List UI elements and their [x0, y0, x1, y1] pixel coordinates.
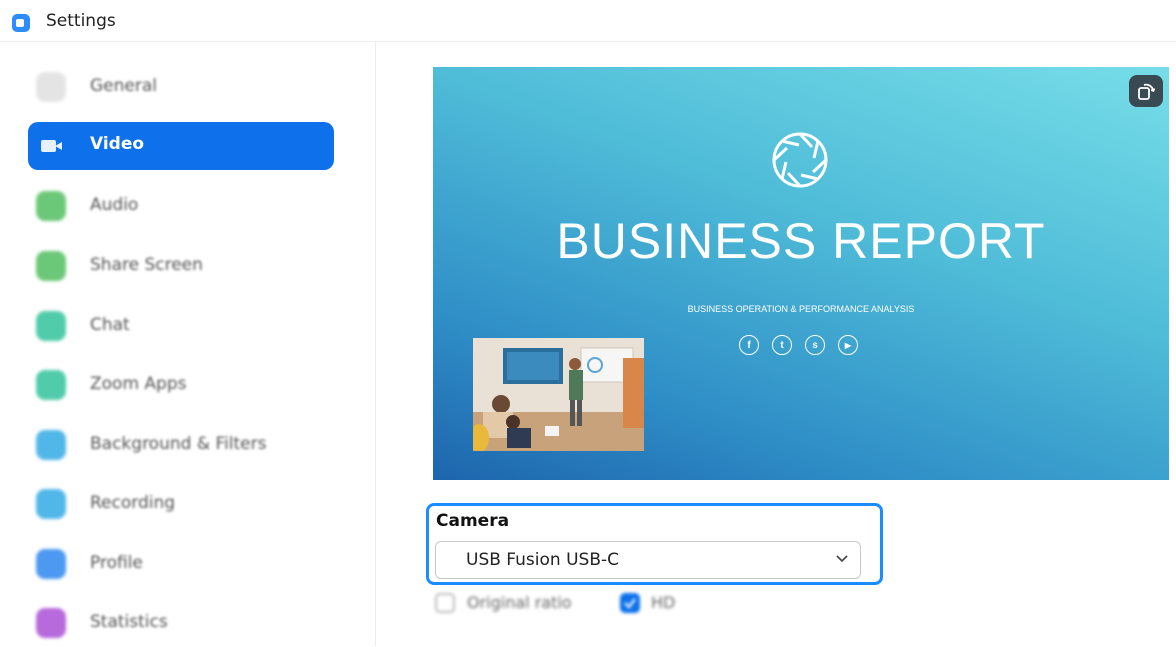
skype-icon: s	[805, 335, 825, 355]
sidebar-item-background-filters[interactable]: Background & Filters	[28, 421, 334, 469]
sidebar-item-label: Chat	[90, 315, 130, 335]
rotate-camera-button[interactable]	[1129, 75, 1163, 107]
sidebar-item-audio[interactable]: Audio	[28, 182, 334, 230]
window-title: Settings	[46, 11, 116, 31]
hd-checkbox[interactable]	[620, 593, 640, 613]
sidebar-item-label: General	[90, 76, 157, 96]
original-ratio-label: Original ratio	[467, 593, 572, 612]
report-title: BUSINESS REPORT	[556, 213, 1046, 269]
sidebar-item-video[interactable]: Video	[28, 122, 334, 170]
sidebar-item-label: Statistics	[90, 612, 168, 632]
camera-label: Camera	[436, 511, 510, 531]
sidebar-item-label: Profile	[90, 553, 143, 573]
chevron-down-icon	[836, 555, 848, 563]
report-logo-icon	[772, 132, 828, 188]
original-ratio-checkbox[interactable]	[435, 593, 455, 613]
recording-icon	[36, 489, 66, 519]
sidebar-item-share-screen[interactable]: Share Screen	[28, 242, 334, 290]
video-camera-icon	[36, 131, 66, 161]
sidebar-item-recording[interactable]: Recording	[28, 480, 334, 528]
sidebar-item-label: Background & Filters	[90, 434, 267, 454]
sidebar-item-statistics[interactable]: Statistics	[28, 599, 334, 647]
zoom-app-icon	[12, 14, 30, 32]
camera-select[interactable]: USB Fusion USB-C	[435, 541, 861, 579]
statistics-icon	[36, 608, 66, 638]
video-options: Original ratio HD	[433, 591, 733, 617]
sidebar-item-label: Zoom Apps	[90, 374, 187, 394]
hd-label: HD	[651, 593, 676, 612]
sidebar-item-chat[interactable]: Chat	[28, 302, 334, 350]
report-subtitle: BUSINESS OPERATION & PERFORMANCE ANALYSI…	[687, 304, 915, 314]
youtube-icon: ▶	[838, 335, 858, 355]
share-screen-icon	[36, 251, 66, 281]
twitter-icon: t	[772, 335, 792, 355]
gear-icon	[36, 72, 66, 102]
video-preview: BUSINESS REPORT BUSINESS OPERATION & PER…	[433, 67, 1169, 480]
headphones-icon	[36, 191, 66, 221]
sidebar-item-general[interactable]: General	[28, 63, 334, 111]
apps-icon	[36, 370, 66, 400]
sidebar-item-label: Recording	[90, 493, 176, 513]
title-bar: Settings	[0, 0, 1176, 42]
chat-icon	[36, 311, 66, 341]
sidebar-item-profile[interactable]: Profile	[28, 540, 334, 588]
self-view-thumbnail	[473, 338, 644, 451]
facebook-icon: f	[739, 335, 759, 355]
sidebar-item-label: Share Screen	[90, 255, 203, 275]
social-icons: f t s ▶	[739, 335, 869, 357]
sidebar-item-label: Audio	[90, 195, 139, 215]
camera-section: Camera USB Fusion USB-C	[426, 503, 883, 585]
sidebar-item-label: Video	[90, 134, 145, 154]
sidebar-item-zoom-apps[interactable]: Zoom Apps	[28, 361, 334, 409]
rotate-camera-icon	[1138, 83, 1156, 100]
checkmark-icon	[624, 598, 636, 609]
background-icon	[36, 430, 66, 460]
settings-sidebar: General Video Audio Share Screen Chat Zo…	[0, 42, 376, 646]
profile-icon	[36, 549, 66, 579]
camera-select-value: USB Fusion USB-C	[466, 550, 619, 570]
